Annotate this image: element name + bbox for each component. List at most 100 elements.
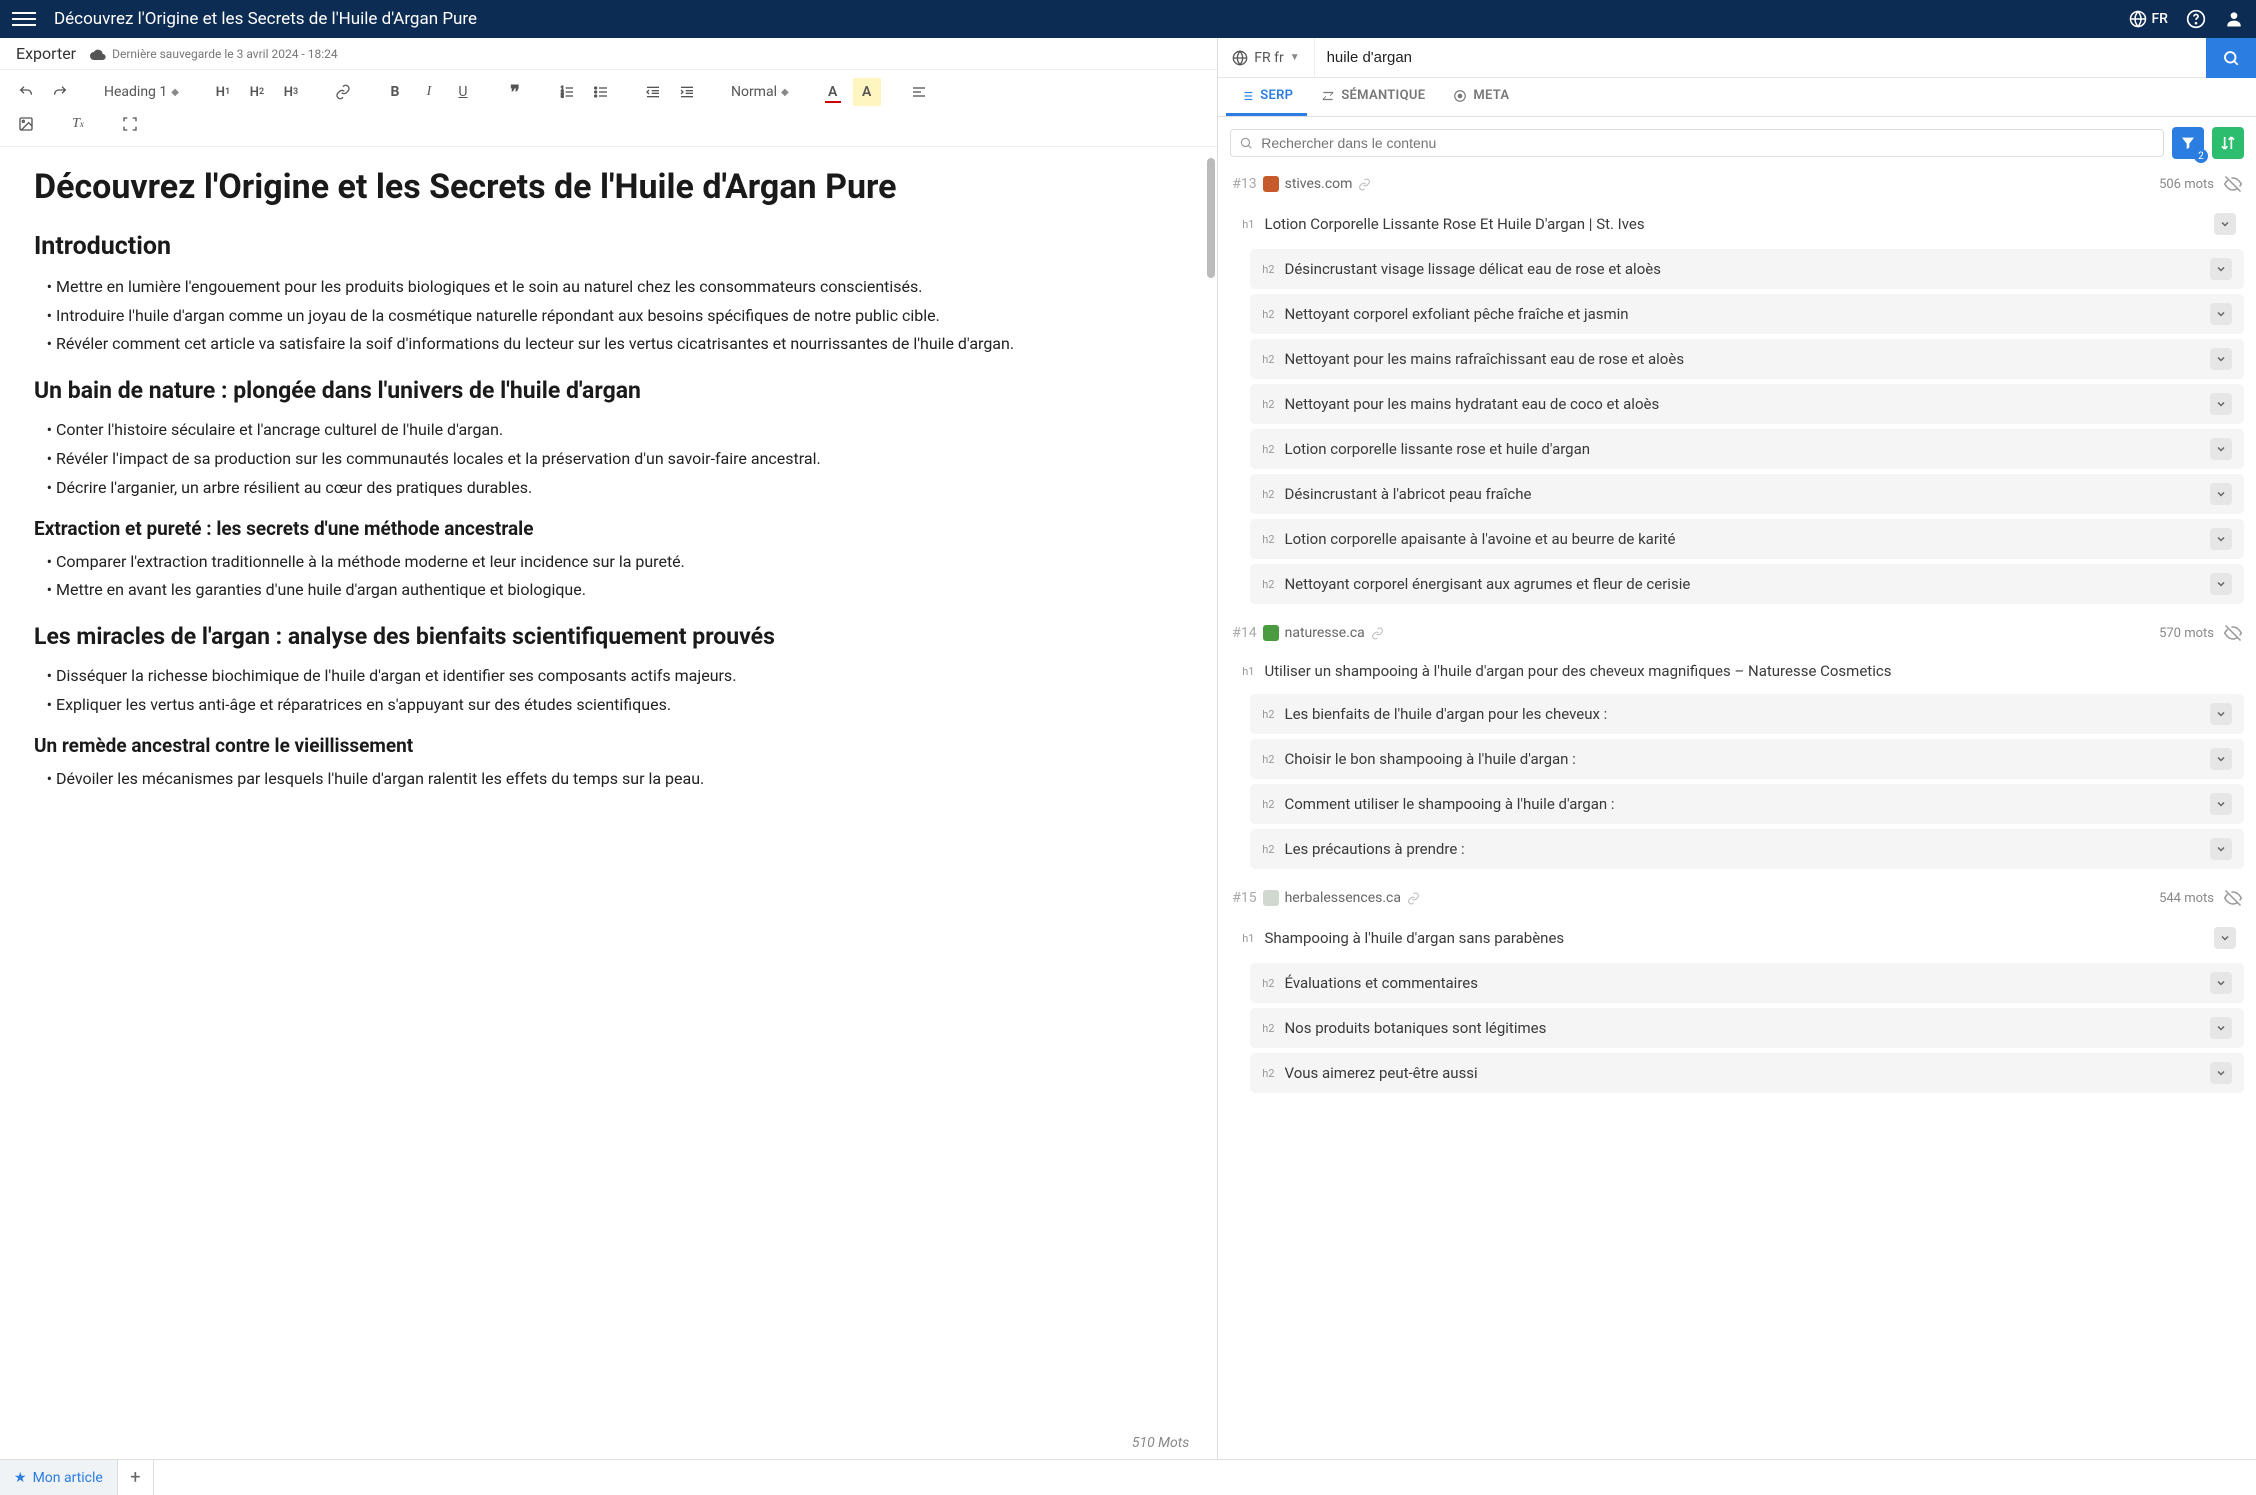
heading-text: Shampooing à l'huile d'argan sans parabè…	[1264, 929, 2214, 947]
heading-tag: h2	[1262, 843, 1274, 856]
link-icon[interactable]	[1371, 627, 1384, 640]
chevron-down-icon[interactable]	[2210, 438, 2232, 460]
heading-row[interactable]: h2Nettoyant pour les mains hydratant eau…	[1250, 384, 2244, 424]
keyword-input[interactable]	[1315, 38, 2206, 77]
heading-row[interactable]: h2Lotion corporelle apaisante à l'avoine…	[1250, 519, 2244, 559]
heading-row[interactable]: h1Utiliser un shampooing à l'huile d'arg…	[1234, 653, 2244, 689]
heading-row[interactable]: h2Nettoyant pour les mains rafraîchissan…	[1250, 339, 2244, 379]
heading-tag: h2	[1262, 443, 1274, 456]
chevron-down-icon[interactable]	[2210, 348, 2232, 370]
link-icon[interactable]	[1407, 892, 1420, 905]
sort-button[interactable]	[2212, 127, 2244, 159]
favicon-icon	[1263, 890, 1279, 906]
chevron-down-icon[interactable]	[2210, 793, 2232, 815]
tab-serp[interactable]: SERP	[1226, 78, 1307, 116]
chevron-down-icon[interactable]	[2210, 972, 2232, 994]
indent-button[interactable]	[673, 78, 701, 106]
chevron-down-icon[interactable]	[2210, 748, 2232, 770]
h1-button[interactable]: H1	[209, 78, 237, 106]
chevron-down-icon[interactable]	[2210, 573, 2232, 595]
visibility-toggle[interactable]	[2224, 175, 2242, 193]
article-bullet: Dévoiler les mécanismes par lesquels l'h…	[56, 767, 1183, 792]
visibility-toggle[interactable]	[2224, 889, 2242, 907]
heading-text: Comment utiliser le shampooing à l'huile…	[1284, 795, 2210, 813]
clear-format-button[interactable]: Tx	[64, 110, 92, 138]
italic-button[interactable]: I	[415, 78, 443, 106]
locale-select[interactable]: FR fr ▼	[1218, 38, 1314, 77]
chevron-down-icon[interactable]	[2210, 838, 2232, 860]
chevron-down-icon[interactable]	[2210, 528, 2232, 550]
add-tab-button[interactable]: +	[118, 1460, 154, 1495]
filter-button[interactable]: 2	[2172, 127, 2204, 159]
article-h2: Introduction	[34, 232, 1183, 261]
editor-content[interactable]: Découvrez l'Origine et les Secrets de l'…	[0, 147, 1217, 1459]
result-rank: #14	[1232, 625, 1256, 641]
result-domain[interactable]: herbalessences.ca	[1285, 890, 1401, 906]
chevron-down-icon[interactable]	[2210, 1062, 2232, 1084]
ordered-list-button[interactable]: 123	[553, 78, 581, 106]
chevron-down-icon[interactable]	[2210, 258, 2232, 280]
heading-row[interactable]: h2Lotion corporelle lissante rose et hui…	[1250, 429, 2244, 469]
help-icon[interactable]	[2186, 9, 2206, 29]
heading-row[interactable]: h2Nettoyant corporel exfoliant pêche fra…	[1250, 294, 2244, 334]
heading-row[interactable]: h2Comment utiliser le shampooing à l'hui…	[1250, 784, 2244, 824]
heading-tag: h2	[1262, 578, 1274, 591]
result-domain[interactable]: naturesse.ca	[1285, 625, 1365, 641]
image-button[interactable]	[12, 110, 40, 138]
align-button[interactable]	[905, 78, 933, 106]
heading-row[interactable]: h2Nos produits botaniques sont légitimes	[1250, 1008, 2244, 1048]
heading-row[interactable]: h2Évaluations et commentaires	[1250, 963, 2244, 1003]
chevron-down-icon[interactable]	[2210, 483, 2232, 505]
heading-row[interactable]: h2Désincrustant à l'abricot peau fraîche	[1250, 474, 2244, 514]
bold-button[interactable]: B	[381, 78, 409, 106]
tab-meta[interactable]: META	[1439, 78, 1523, 116]
export-button[interactable]: Exporter	[16, 44, 76, 63]
heading-text: Nettoyant corporel énergisant aux agrume…	[1284, 575, 2210, 593]
heading-row[interactable]: h2Les précautions à prendre :	[1250, 829, 2244, 869]
menu-hamburger[interactable]	[12, 8, 36, 30]
language-switch[interactable]: FR	[2129, 10, 2168, 28]
serp-results: #13 stives.com 506 mots h1Lotion Corpore…	[1218, 169, 2256, 1459]
underline-button[interactable]: U	[449, 78, 477, 106]
bottom-tab-article[interactable]: ★ Mon article	[0, 1460, 118, 1495]
chevron-down-icon[interactable]	[2210, 303, 2232, 325]
visibility-toggle[interactable]	[2224, 624, 2242, 642]
text-color-button[interactable]: A	[819, 78, 847, 106]
heading-row[interactable]: h1Shampooing à l'huile d'argan sans para…	[1234, 918, 2244, 958]
outdent-button[interactable]	[639, 78, 667, 106]
result-domain[interactable]: stives.com	[1285, 176, 1353, 192]
heading-row[interactable]: h2Désincrustant visage lissage délicat e…	[1250, 249, 2244, 289]
chevron-down-icon[interactable]	[2210, 1017, 2232, 1039]
chevron-down-icon[interactable]	[2214, 927, 2236, 949]
redo-button[interactable]	[46, 78, 74, 106]
heading-select[interactable]: Heading 1◆	[98, 82, 185, 102]
undo-button[interactable]	[12, 78, 40, 106]
heading-text: Nettoyant pour les mains hydratant eau d…	[1284, 395, 2210, 413]
chevron-down-icon[interactable]	[2210, 393, 2232, 415]
heading-row[interactable]: h2Vous aimerez peut-être aussi	[1250, 1053, 2244, 1093]
heading-row[interactable]: h2Choisir le bon shampooing à l'huile d'…	[1250, 739, 2244, 779]
heading-text: Lotion Corporelle Lissante Rose Et Huile…	[1264, 215, 2214, 233]
link-icon[interactable]	[1358, 178, 1371, 191]
heading-row[interactable]: h2 Nettoyant corporel énergisant aux agru…	[1250, 564, 2244, 604]
heading-row[interactable]: h2Les bienfaits de l'huile d'argan pour …	[1250, 694, 2244, 734]
heading-text: Évaluations et commentaires	[1284, 974, 2210, 992]
editor-scrollbar[interactable]	[1207, 158, 1215, 1407]
result-rank: #13	[1232, 176, 1256, 192]
unordered-list-button[interactable]	[587, 78, 615, 106]
user-icon[interactable]	[2224, 9, 2244, 29]
heading-row[interactable]: h1Lotion Corporelle Lissante Rose Et Hui…	[1234, 204, 2244, 244]
link-button[interactable]	[329, 78, 357, 106]
chevron-down-icon[interactable]	[2214, 213, 2236, 235]
highlight-button[interactable]: A	[853, 78, 881, 106]
h2-button[interactable]: H2	[243, 78, 271, 106]
chevron-down-icon[interactable]	[2210, 703, 2232, 725]
article-h3: Un remède ancestral contre le vieillisse…	[34, 734, 1183, 757]
h3-button[interactable]: H3	[277, 78, 305, 106]
tab-semantique[interactable]: SÉMANTIQUE	[1307, 78, 1439, 116]
search-button[interactable]	[2206, 38, 2256, 78]
content-filter-input[interactable]	[1230, 129, 2164, 157]
fullscreen-button[interactable]	[116, 110, 144, 138]
size-select[interactable]: Normal◆	[725, 82, 795, 102]
quote-button[interactable]: ❞	[501, 78, 529, 106]
